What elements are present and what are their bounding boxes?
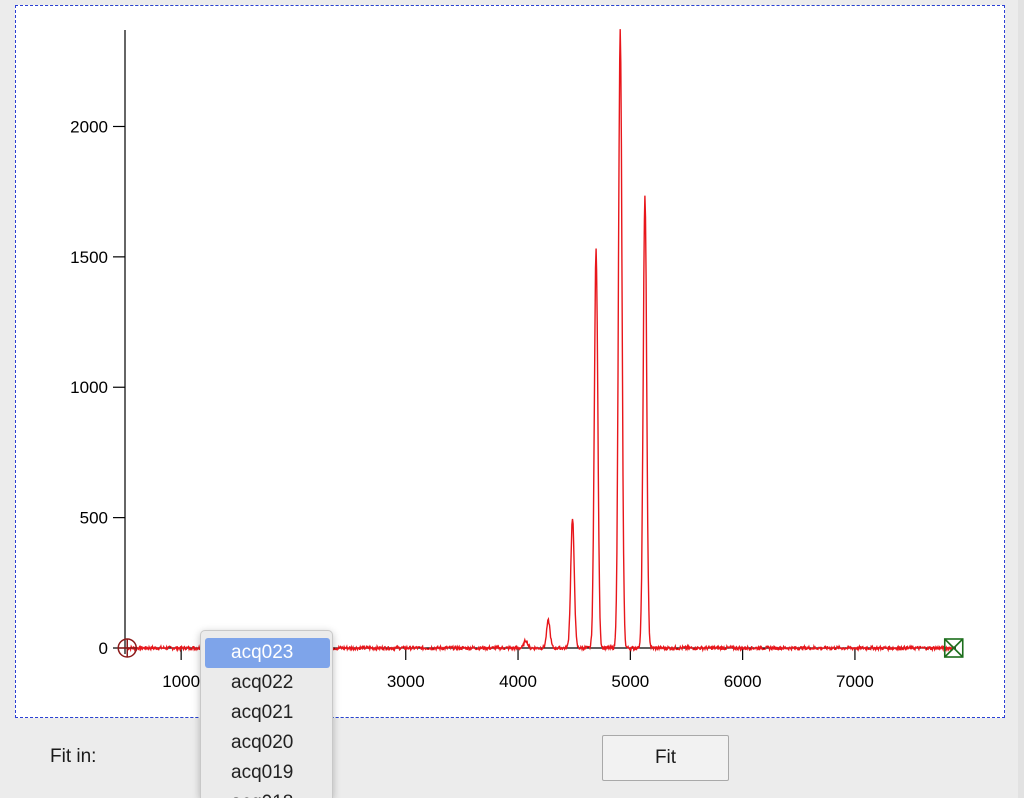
fit-button[interactable]: Fit [602,735,729,781]
dropdown-item-acq019[interactable]: acq019 [205,758,330,788]
spectrum-chart[interactable]: 0 500 1000 1500 2000 1000 3000 4000 5000 6000 7000 [16,6,1004,717]
x-tick-label: 6000 [724,672,762,691]
dropdown-item-acq022[interactable]: acq022 [205,668,330,698]
fit-in-label: Fit in: [50,746,97,767]
y-tick-label: 1000 [70,378,108,397]
dropdown-item-acq020[interactable]: acq020 [205,728,330,758]
y-tick-label: 2000 [70,117,108,136]
x-tick-label: 1000 [162,672,200,691]
x-tick-label: 7000 [836,672,874,691]
dropdown-item-acq021[interactable]: acq021 [205,698,330,728]
graph-panel[interactable]: 0 500 1000 1500 2000 1000 3000 4000 5000 6000 7000 [15,5,1005,718]
x-tick-label: 4000 [499,672,537,691]
y-tick-label: 0 [99,639,108,658]
window-edge [1018,0,1024,798]
x-tick-label: 3000 [387,672,425,691]
acquisition-dropdown-menu[interactable]: acq023acq022acq021acq020acq019acq018 [200,630,333,798]
dropdown-item-acq023[interactable]: acq023 [205,638,330,668]
control-bar [0,718,1024,798]
dropdown-item-acq018[interactable]: acq018 [205,788,330,798]
spectrum-trace [126,29,955,653]
y-tick-label: 500 [80,509,108,528]
x-tick-label: 5000 [611,672,649,691]
y-tick-label: 1500 [70,248,108,267]
